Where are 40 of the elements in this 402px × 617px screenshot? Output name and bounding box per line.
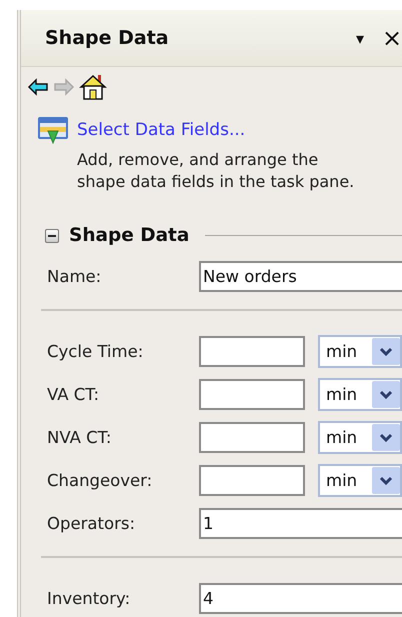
- dropdown-button[interactable]: [372, 381, 400, 408]
- field-label: Operators:: [47, 514, 136, 533]
- number-field[interactable]: [199, 465, 305, 496]
- unit-value: min: [326, 342, 358, 361]
- number-field[interactable]: [199, 422, 305, 453]
- dropdown-button[interactable]: [372, 338, 400, 365]
- unit-value: min: [326, 385, 358, 404]
- text-field[interactable]: 4: [199, 583, 402, 614]
- select-data-fields-link[interactable]: Select Data Fields...: [77, 120, 246, 140]
- close-button[interactable]: ×: [382, 24, 402, 52]
- unit-dropdown[interactable]: min: [318, 421, 402, 454]
- field-label: Cycle Time:: [47, 342, 144, 361]
- chevron-down-icon: [379, 346, 393, 356]
- data-fields-icon: [37, 115, 69, 145]
- back-arrow-icon[interactable]: [27, 78, 49, 96]
- menu-button[interactable]: ▾: [356, 28, 364, 48]
- unit-value: min: [326, 428, 358, 447]
- home-icon[interactable]: [79, 73, 107, 101]
- field-label: Inventory:: [47, 589, 132, 608]
- unit-dropdown[interactable]: min: [318, 335, 402, 368]
- unit-value: min: [326, 471, 358, 490]
- text-field[interactable]: New orders: [199, 261, 402, 292]
- unit-dropdown[interactable]: min: [318, 378, 402, 411]
- chevron-down-icon: [379, 476, 393, 486]
- field-label: Changeover:: [47, 471, 154, 490]
- dropdown-button[interactable]: [372, 467, 400, 494]
- field-label: NVA CT:: [47, 428, 112, 447]
- link-description: Add, remove, and arrange the shape data fields in the task pane.: [77, 149, 356, 193]
- chevron-down-icon: [379, 390, 393, 400]
- pane-title: Shape Data: [45, 27, 170, 49]
- number-field[interactable]: [199, 379, 305, 410]
- collapse-button[interactable]: [45, 228, 59, 242]
- section-title: Shape Data: [69, 225, 190, 246]
- chevron-down-icon: [379, 432, 393, 442]
- field-label: Name:: [47, 267, 102, 286]
- unit-dropdown[interactable]: min: [318, 464, 402, 497]
- field-label: VA CT:: [47, 385, 100, 404]
- number-field[interactable]: [199, 336, 305, 367]
- dropdown-button[interactable]: [372, 424, 400, 451]
- text-field[interactable]: 1: [199, 508, 402, 539]
